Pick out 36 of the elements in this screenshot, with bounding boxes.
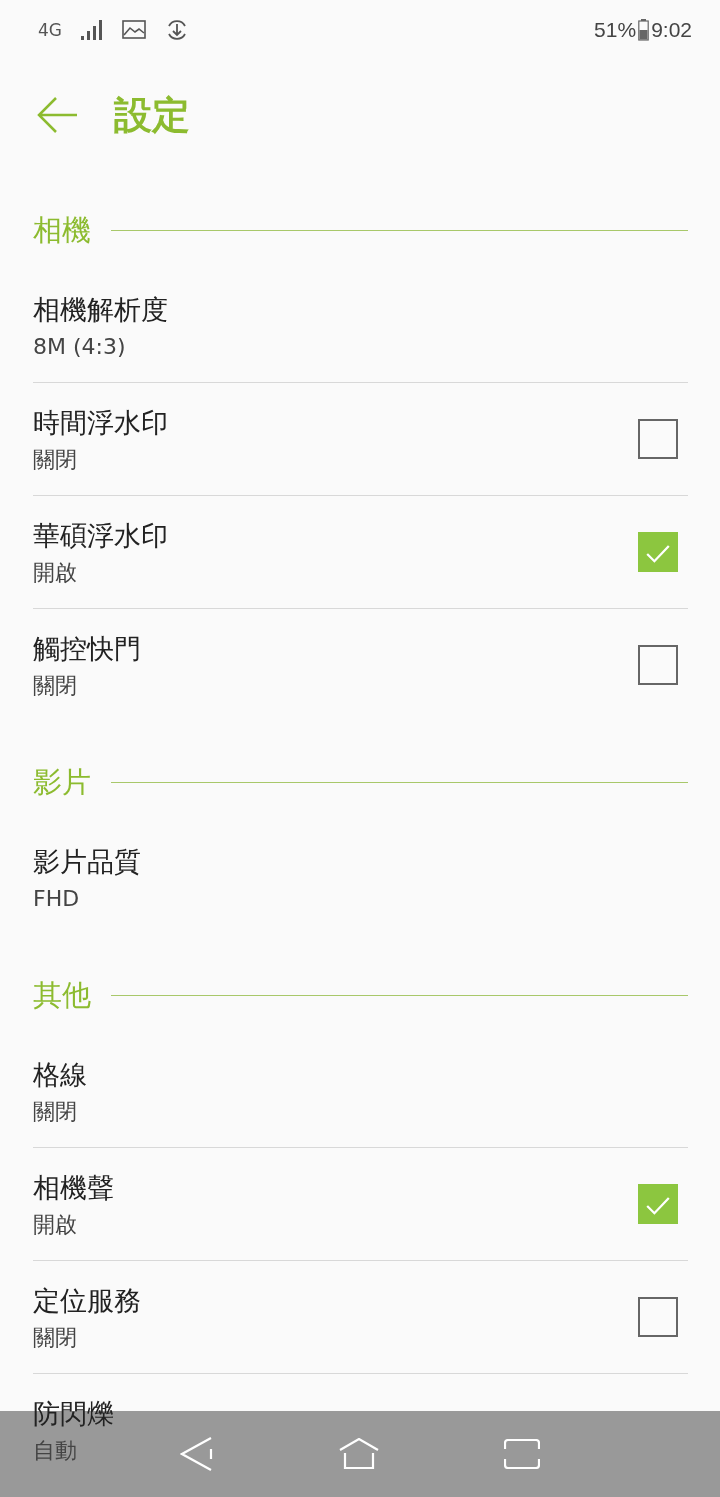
setting-value: 關閉 (33, 1324, 78, 1352)
setting-value: 開啟 (33, 559, 78, 587)
setting-value: 關閉 (33, 1098, 78, 1126)
checkbox[interactable] (638, 1184, 678, 1224)
recent-apps-icon[interactable] (504, 1439, 540, 1469)
battery-icon (638, 19, 650, 41)
clock-time: 9:02 (651, 18, 692, 42)
page-title: 設定 (114, 91, 190, 139)
setting-title: 相機解析度 (33, 293, 168, 327)
checkbox[interactable] (638, 532, 678, 572)
image-icon (122, 20, 146, 40)
setting-title: 定位服務 (33, 1284, 141, 1318)
setting-title: 時間浮水印 (33, 406, 168, 440)
setting-title: 影片品質 (33, 845, 141, 879)
setting-value: FHD (33, 885, 81, 913)
setting-value: 自動 (33, 1437, 78, 1465)
battery-percent: 51% (594, 18, 637, 42)
checkbox[interactable] (638, 645, 678, 685)
section-heading: 相機 (33, 212, 91, 248)
setting-value: 關閉 (33, 672, 78, 700)
checkbox[interactable] (638, 1297, 678, 1337)
home-icon[interactable] (339, 1438, 379, 1470)
back-nav-icon[interactable] (180, 1437, 214, 1471)
setting-title: 格線 (33, 1058, 87, 1092)
setting-title: 相機聲 (33, 1171, 114, 1205)
setting-value: 關閉 (33, 446, 78, 474)
section-heading: 影片 (33, 764, 91, 800)
setting-title: 觸控快門 (33, 632, 141, 666)
checkbox[interactable] (638, 419, 678, 459)
back-button[interactable] (36, 96, 78, 134)
setting-value: 8M (4:3) (33, 333, 127, 361)
signal-icon (80, 19, 104, 41)
setting-value: 開啟 (33, 1211, 78, 1239)
network-type: 4G (38, 20, 62, 40)
section-heading: 其他 (33, 977, 91, 1013)
setting-title: 華碩浮水印 (33, 519, 168, 553)
